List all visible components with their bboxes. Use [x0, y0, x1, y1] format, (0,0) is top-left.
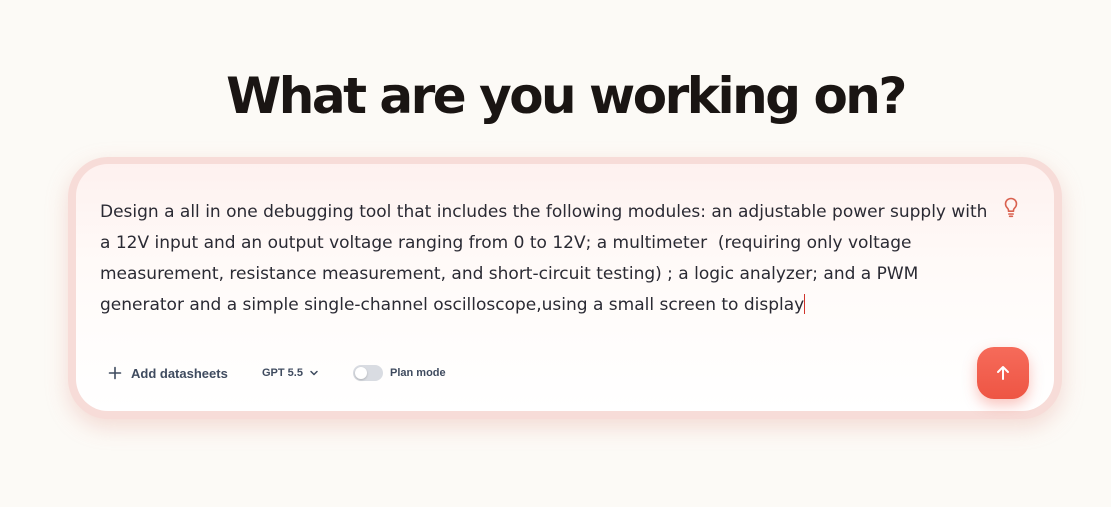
plus-icon — [108, 366, 122, 380]
add-datasheets-button[interactable]: Add datasheets — [108, 362, 228, 384]
chevron-down-icon — [310, 370, 318, 376]
model-selector[interactable]: GPT 5.5 — [262, 363, 319, 383]
prompt-text: Design a all in one debugging tool that … — [100, 202, 993, 315]
text-cursor — [804, 294, 806, 314]
plan-mode-toggle[interactable]: Plan mode — [353, 363, 446, 383]
lightbulb-icon[interactable] — [1001, 196, 1021, 218]
switch-knob — [355, 367, 367, 379]
plan-mode-switch[interactable] — [353, 365, 383, 381]
arrow-up-icon — [997, 366, 1009, 380]
prompt-input[interactable]: Design a all in one debugging tool that … — [100, 197, 1000, 321]
send-button[interactable] — [977, 347, 1029, 399]
model-label: GPT 5.5 — [262, 367, 303, 379]
page: What are you working on? Design a all in… — [0, 0, 1111, 507]
plan-mode-label: Plan mode — [390, 367, 446, 379]
page-title: What are you working on? — [226, 67, 907, 125]
add-datasheets-label: Add datasheets — [131, 365, 228, 381]
